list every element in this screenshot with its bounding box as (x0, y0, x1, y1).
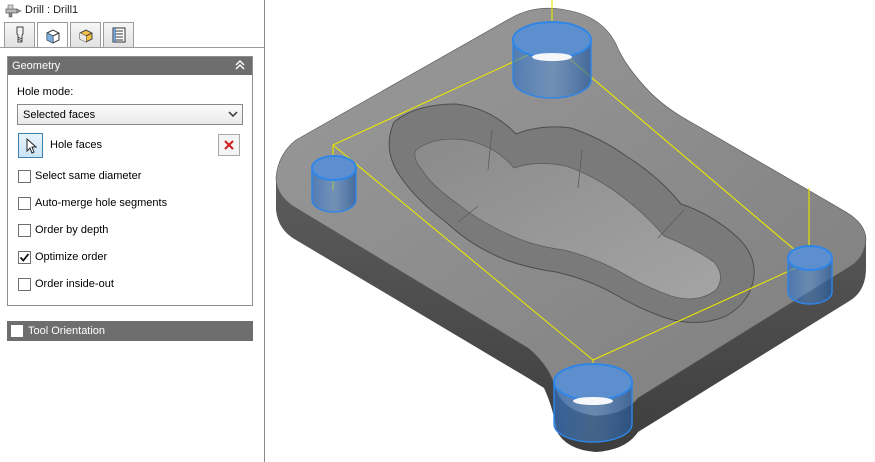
hole-mode-label: Hole mode: (17, 86, 74, 98)
select-same-diameter-checkbox[interactable] (18, 169, 31, 183)
geometry-group-header[interactable]: Geometry (8, 57, 252, 75)
panel-titlebar: Drill : Drill1 (0, 0, 265, 20)
hole-faces-label: Hole faces (50, 139, 102, 151)
part-model (275, 0, 867, 452)
operation-tabs (4, 22, 136, 48)
order-inside-out-checkbox[interactable] (18, 277, 31, 291)
geometry-group-title: Geometry (12, 60, 61, 72)
selected-hole-face[interactable] (787, 245, 833, 305)
panel-title: Drill : Drill1 (25, 4, 79, 16)
clear-selection-button[interactable] (218, 134, 240, 156)
tool-orientation-checkbox[interactable] (11, 325, 23, 337)
tab-tool[interactable] (4, 22, 35, 47)
auto-merge-checkbox[interactable] (18, 196, 31, 210)
order-by-depth-checkbox[interactable] (18, 223, 31, 237)
option-select-same-diameter[interactable]: Select same diameter (18, 168, 141, 184)
heights-icon (79, 29, 92, 43)
tab-divider (0, 47, 264, 48)
checkmark-icon (19, 252, 30, 262)
graphics-viewport[interactable] (266, 0, 875, 462)
tab-geometry[interactable] (37, 22, 68, 48)
tool-orientation-group-header[interactable]: Tool Orientation (7, 321, 253, 341)
cycle-icon (112, 27, 125, 43)
geometry-group: Geometry Hole mode: Selected faces Hole … (7, 56, 253, 306)
hole-faces-select-button[interactable] (18, 133, 43, 158)
option-optimize-order[interactable]: Optimize order (18, 249, 107, 265)
drill-icon (5, 4, 22, 18)
chevron-down-icon (228, 111, 238, 118)
operation-panel: Drill : Drill1 Geometry Hole mode: Selec… (0, 0, 265, 462)
option-label: Auto-merge hole segments (35, 197, 168, 209)
collapse-chevron-icon[interactable] (234, 59, 246, 71)
tool-icon (16, 26, 23, 43)
option-label: Select same diameter (35, 170, 142, 182)
pointer-arrow-icon (26, 137, 37, 154)
tab-cycle[interactable] (103, 22, 134, 47)
geometry-cube-icon (46, 28, 59, 44)
app-window: Drill : Drill1 Geometry Hole mode: Selec… (0, 0, 875, 462)
selected-hole-face[interactable] (512, 21, 592, 99)
option-auto-merge-hole-segments[interactable]: Auto-merge hole segments (18, 195, 167, 211)
option-label: Order inside-out (35, 278, 114, 290)
option-label: Order by depth (35, 224, 109, 236)
option-label: Optimize order (35, 251, 108, 263)
tab-heights[interactable] (70, 22, 101, 47)
option-order-by-depth[interactable]: Order by depth (18, 222, 108, 238)
selected-hole-face[interactable] (311, 155, 357, 213)
close-icon (224, 140, 234, 150)
hole-mode-select[interactable]: Selected faces (17, 104, 243, 125)
option-order-inside-out[interactable]: Order inside-out (18, 276, 114, 292)
optimize-order-checkbox[interactable] (18, 250, 31, 264)
hole-mode-value: Selected faces (23, 108, 96, 121)
tool-orientation-title: Tool Orientation (28, 325, 106, 337)
selected-hole-face[interactable] (553, 363, 633, 443)
